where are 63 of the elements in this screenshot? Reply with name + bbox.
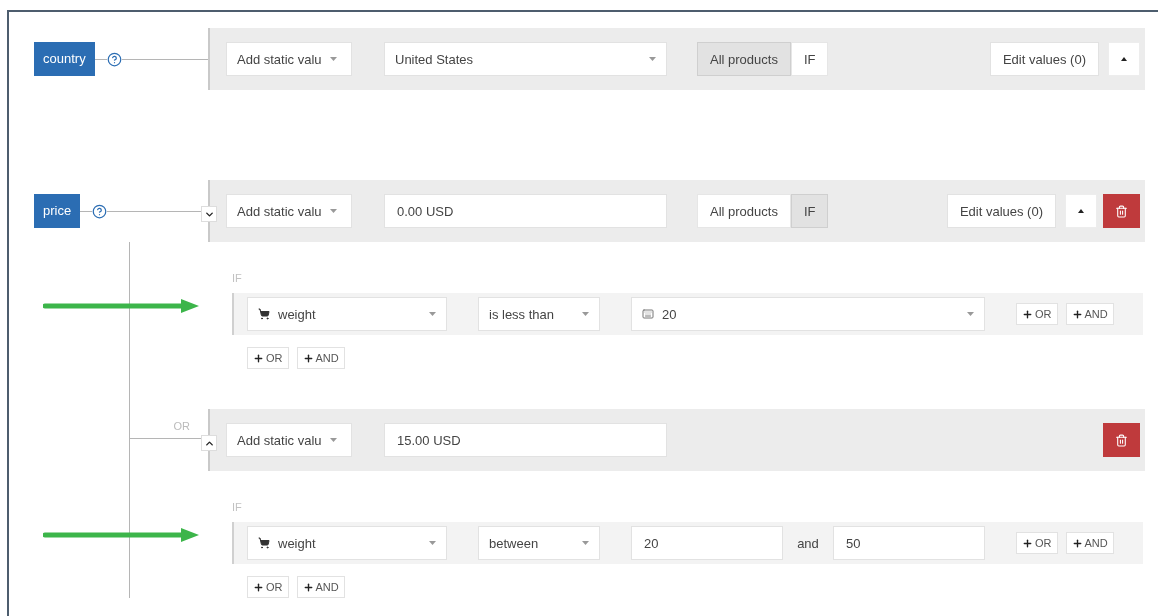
and-label: and xyxy=(796,535,820,551)
caret-icon xyxy=(582,312,589,316)
caret-icon xyxy=(329,57,337,61)
source-select[interactable]: Add static valu xyxy=(226,194,352,228)
add-condition-button[interactable]: OR xyxy=(247,576,289,598)
caret-icon xyxy=(967,312,974,316)
if-label: IF xyxy=(232,272,243,286)
value-input[interactable]: 0.00 USD xyxy=(384,194,667,228)
plus-icon xyxy=(253,581,264,593)
delete-button[interactable] xyxy=(1103,194,1140,228)
operator-select[interactable]: is less than xyxy=(478,297,600,331)
scope-tab[interactable]: All products xyxy=(697,42,791,76)
edit-values-button[interactable]: Edit values (0) xyxy=(946,194,1056,228)
field-select[interactable]: weight xyxy=(247,526,447,560)
add-condition-button[interactable]: AND xyxy=(1065,303,1114,325)
if-label: IF xyxy=(232,501,243,515)
attribute-label: price xyxy=(34,194,81,228)
source-select[interactable]: Add static valu xyxy=(226,423,352,457)
plus-icon xyxy=(302,352,314,364)
scope-tab[interactable]: IF xyxy=(790,42,829,76)
caret-icon xyxy=(429,312,436,316)
or-label: OR xyxy=(173,420,190,432)
chevron-down-icon[interactable] xyxy=(201,206,217,222)
help-icon[interactable] xyxy=(92,203,108,219)
field-select[interactable]: weight xyxy=(247,297,447,331)
help-icon[interactable] xyxy=(106,51,122,67)
caret-icon xyxy=(582,541,589,545)
plus-icon xyxy=(1071,537,1083,549)
trash-icon xyxy=(1115,433,1128,447)
value-select[interactable]: United States xyxy=(384,42,667,76)
caret-icon xyxy=(329,209,337,213)
value-select[interactable]: 20 xyxy=(631,297,985,331)
cart-icon xyxy=(258,308,270,320)
add-condition-button[interactable]: OR xyxy=(247,347,289,369)
delete-button[interactable] xyxy=(1103,423,1140,457)
operator-select[interactable]: between xyxy=(478,526,600,560)
plus-icon xyxy=(1022,308,1033,320)
scope-tab[interactable]: All products xyxy=(697,194,791,228)
plus-icon xyxy=(253,352,264,364)
caret-icon xyxy=(649,57,656,61)
plus-icon xyxy=(1022,537,1033,549)
add-condition-button[interactable]: OR xyxy=(1016,303,1058,325)
cart-icon xyxy=(258,537,270,549)
value-input[interactable]: 15.00 USD xyxy=(384,423,667,457)
add-condition-button[interactable]: AND xyxy=(1065,532,1114,554)
caret-icon xyxy=(429,541,436,545)
add-condition-button[interactable]: OR xyxy=(1016,532,1058,554)
source-select[interactable]: Add static valu xyxy=(226,42,352,76)
plus-icon xyxy=(1071,308,1083,320)
chevron-up-icon[interactable] xyxy=(201,435,217,451)
to-input[interactable]: 50 xyxy=(833,526,985,560)
plus-icon xyxy=(302,581,314,593)
caret-icon xyxy=(329,438,337,442)
trash-icon xyxy=(1115,204,1128,218)
attribute-label: country xyxy=(34,42,95,76)
add-condition-button[interactable]: AND xyxy=(296,576,345,598)
edit-values-button[interactable]: Edit values (0) xyxy=(989,42,1099,76)
caret-up-icon xyxy=(1121,57,1127,61)
add-condition-button[interactable]: AND xyxy=(296,347,345,369)
scope-tab[interactable]: IF xyxy=(790,194,829,228)
keyboard-icon xyxy=(642,308,654,320)
caret-up-icon xyxy=(1078,209,1084,213)
from-input[interactable]: 20 xyxy=(631,526,783,560)
